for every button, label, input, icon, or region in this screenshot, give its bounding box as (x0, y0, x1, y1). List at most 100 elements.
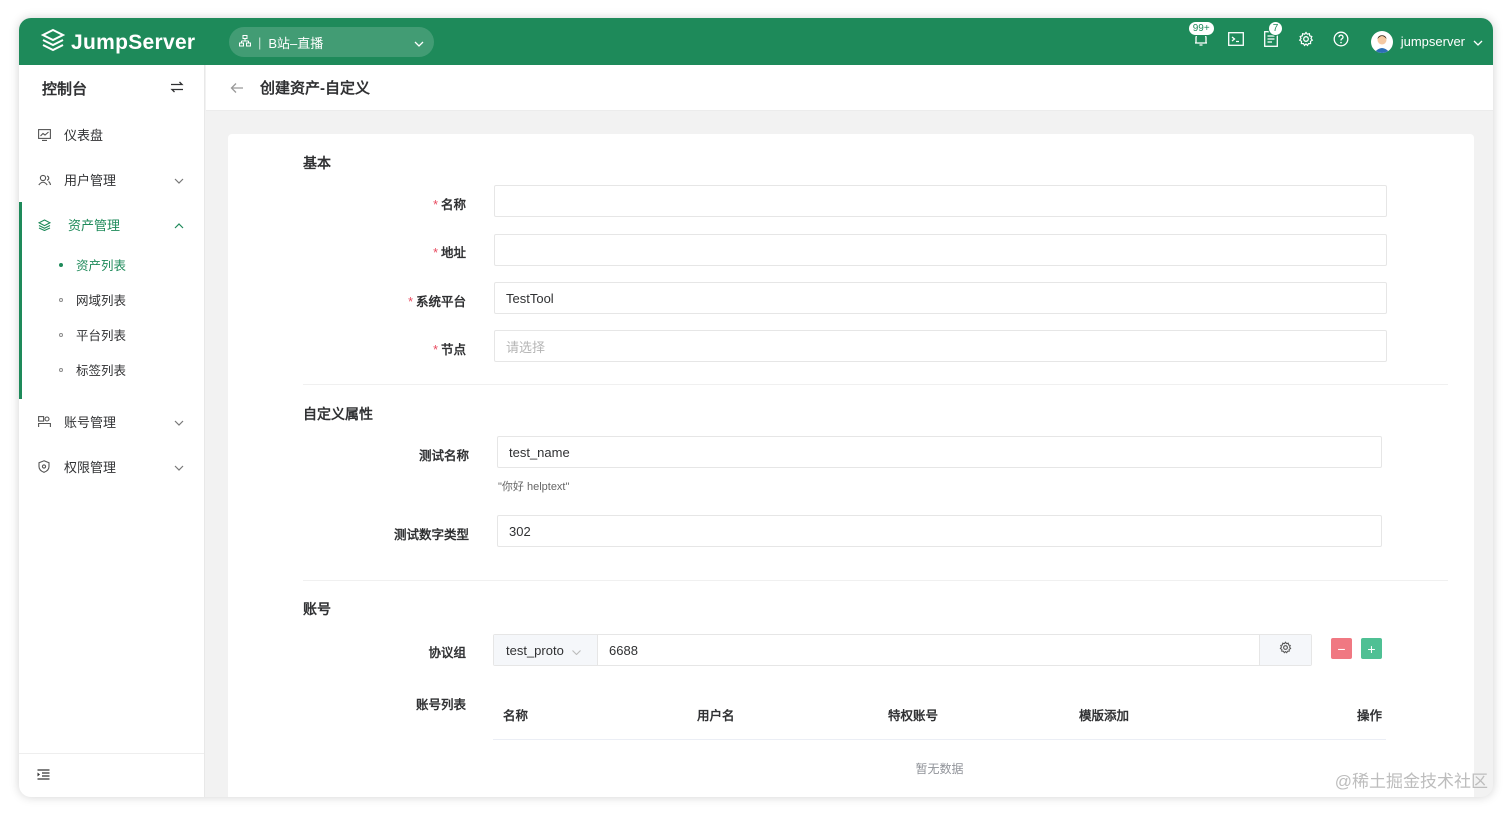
sidebar-subitem-label-list[interactable]: 标签列表 (19, 352, 204, 387)
protocol-label: 协议组 (428, 646, 466, 660)
bullet-icon (59, 332, 63, 337)
chevron-down-icon (174, 414, 184, 429)
app-window: JumpServer | B站–直播 99+ 7 jumpserver 控制台 … (19, 18, 1493, 797)
chevron-down-icon (571, 643, 581, 658)
bullet-icon (59, 262, 63, 267)
sidebar-subitem-domain-list[interactable]: 网域列表 (19, 282, 204, 317)
sidebar-item-users[interactable]: 用户管理 (19, 157, 204, 202)
sidebar-item-label: 账号管理 (64, 415, 117, 430)
section-title-custom: 自定义属性 (303, 406, 373, 422)
protocol-port-input[interactable]: 6688 (598, 643, 1259, 658)
org-selector[interactable]: | B站–直播 (229, 27, 434, 57)
sidebar-item-label: 用户管理 (64, 173, 117, 188)
node-select[interactable]: 请选择 (494, 330, 1387, 362)
protocol-name: test_proto (506, 642, 564, 658)
bullet-icon (59, 367, 63, 372)
section-divider (303, 384, 1448, 385)
platform-input[interactable]: TestTool (494, 282, 1387, 314)
chevron-up-icon (174, 217, 184, 232)
test-name-helptext: "你好 helptext" (498, 481, 570, 493)
table-header: 名称 用户名 特权账号 模版添加 操作 (493, 690, 1386, 740)
avatar (1370, 30, 1393, 53)
layers-icon (37, 218, 51, 232)
org-tree-icon (239, 34, 251, 50)
sidebar-item-assets[interactable]: 资产管理 (19, 202, 204, 247)
bullet-icon (59, 297, 63, 302)
web-terminal-button[interactable] (1219, 18, 1254, 65)
sidebar-subitem-label: 资产列表 (76, 259, 127, 273)
user-menu[interactable]: jumpserver (1370, 30, 1483, 53)
chevron-down-icon (174, 459, 184, 474)
tickets-badge: 7 (1267, 21, 1284, 36)
shield-icon (37, 460, 51, 474)
table-empty-text: 暂无数据 (915, 761, 964, 776)
account-table: 名称 用户名 特权账号 模版添加 操作 暂无数据 (493, 690, 1386, 796)
remove-protocol-button[interactable]: − (1331, 638, 1352, 659)
sidebar-group-assets: 资产管理 资产列表 网域列表 平台列表 标签列表 (19, 202, 204, 399)
address-input[interactable] (494, 234, 1387, 266)
sidebar-item-label: 资产管理 (68, 218, 121, 233)
switch-view-icon[interactable] (170, 80, 184, 97)
sidebar: 控制台 仪表盘 用户管理 资产管理 资产列表 网域列表 平台列表 标签列表 账号… (19, 65, 205, 797)
jumpserver-logo-icon (40, 28, 66, 57)
test-number-input[interactable]: 302 (497, 515, 1382, 547)
sidebar-title: 控制台 (42, 81, 88, 98)
brand-name: JumpServer (71, 30, 196, 54)
page-title: 创建资产-自定义 (260, 80, 370, 97)
column-header: 操作 (1356, 709, 1382, 723)
toolbar-icons: 99+ 7 jumpserver (1184, 18, 1493, 65)
column-header: 用户名 (697, 709, 735, 723)
protocol-select[interactable]: test_proto (494, 635, 598, 665)
help-button[interactable] (1324, 18, 1359, 65)
gear-icon (1279, 641, 1292, 659)
logo[interactable]: JumpServer (40, 28, 196, 57)
column-header: 模版添加 (1079, 709, 1130, 723)
test-name-input[interactable]: test_name (497, 436, 1382, 468)
chevron-down-icon (414, 35, 424, 50)
section-divider (303, 580, 1448, 581)
section-title-account: 账号 (303, 601, 331, 617)
dashboard-icon (37, 128, 51, 142)
test-number-label: 测试数字类型 (393, 528, 469, 542)
sidebar-subitem-label: 标签列表 (76, 364, 127, 378)
column-header: 名称 (503, 709, 529, 723)
users-icon (37, 173, 51, 187)
sidebar-collapse-button[interactable] (19, 753, 204, 797)
sidebar-item-permissions[interactable]: 权限管理 (19, 444, 204, 489)
notifications-button[interactable]: 99+ (1184, 18, 1219, 65)
sidebar-item-label: 仪表盘 (64, 128, 104, 143)
name-input[interactable] (494, 185, 1387, 217)
sidebar-item-dashboard[interactable]: 仪表盘 (19, 112, 204, 157)
column-header: 特权账号 (888, 709, 939, 723)
back-arrow-icon[interactable] (230, 82, 244, 94)
sidebar-header: 控制台 (19, 65, 204, 112)
platform-label: * 系统平台 (408, 295, 466, 309)
settings-button[interactable] (1289, 18, 1324, 65)
address-label: * 地址 (433, 246, 466, 260)
terminal-icon (1228, 32, 1245, 51)
protocol-settings-button[interactable] (1259, 635, 1311, 665)
account-list-label: 账号列表 (415, 698, 466, 712)
sidebar-item-accounts[interactable]: 账号管理 (19, 399, 204, 444)
name-label: * 名称 (433, 198, 466, 212)
sidebar-subitem-platform-list[interactable]: 平台列表 (19, 317, 204, 352)
gear-icon (1298, 31, 1314, 52)
chevron-down-icon (1473, 34, 1483, 49)
chevron-down-icon (174, 172, 184, 187)
sidebar-subitem-label: 平台列表 (76, 329, 127, 343)
test-name-label: 测试名称 (418, 449, 469, 463)
page-header: 创建资产-自定义 (206, 65, 1493, 111)
section-title-basic: 基本 (303, 155, 331, 171)
sidebar-subitem-label: 网域列表 (76, 294, 127, 308)
add-protocol-button[interactable]: + (1361, 638, 1382, 659)
account-icon (37, 415, 51, 429)
username: jumpserver (1400, 34, 1465, 49)
protocol-row: test_proto 6688 (493, 634, 1312, 666)
tickets-button[interactable]: 7 (1254, 18, 1289, 65)
top-navbar: JumpServer | B站–直播 99+ 7 jumpserver (19, 18, 1493, 65)
sidebar-item-label: 权限管理 (64, 460, 117, 475)
org-name: B站–直播 (268, 35, 324, 51)
collapse-menu-icon (37, 767, 50, 785)
question-circle-icon (1333, 31, 1349, 52)
sidebar-subitem-asset-list[interactable]: 资产列表 (19, 247, 204, 282)
